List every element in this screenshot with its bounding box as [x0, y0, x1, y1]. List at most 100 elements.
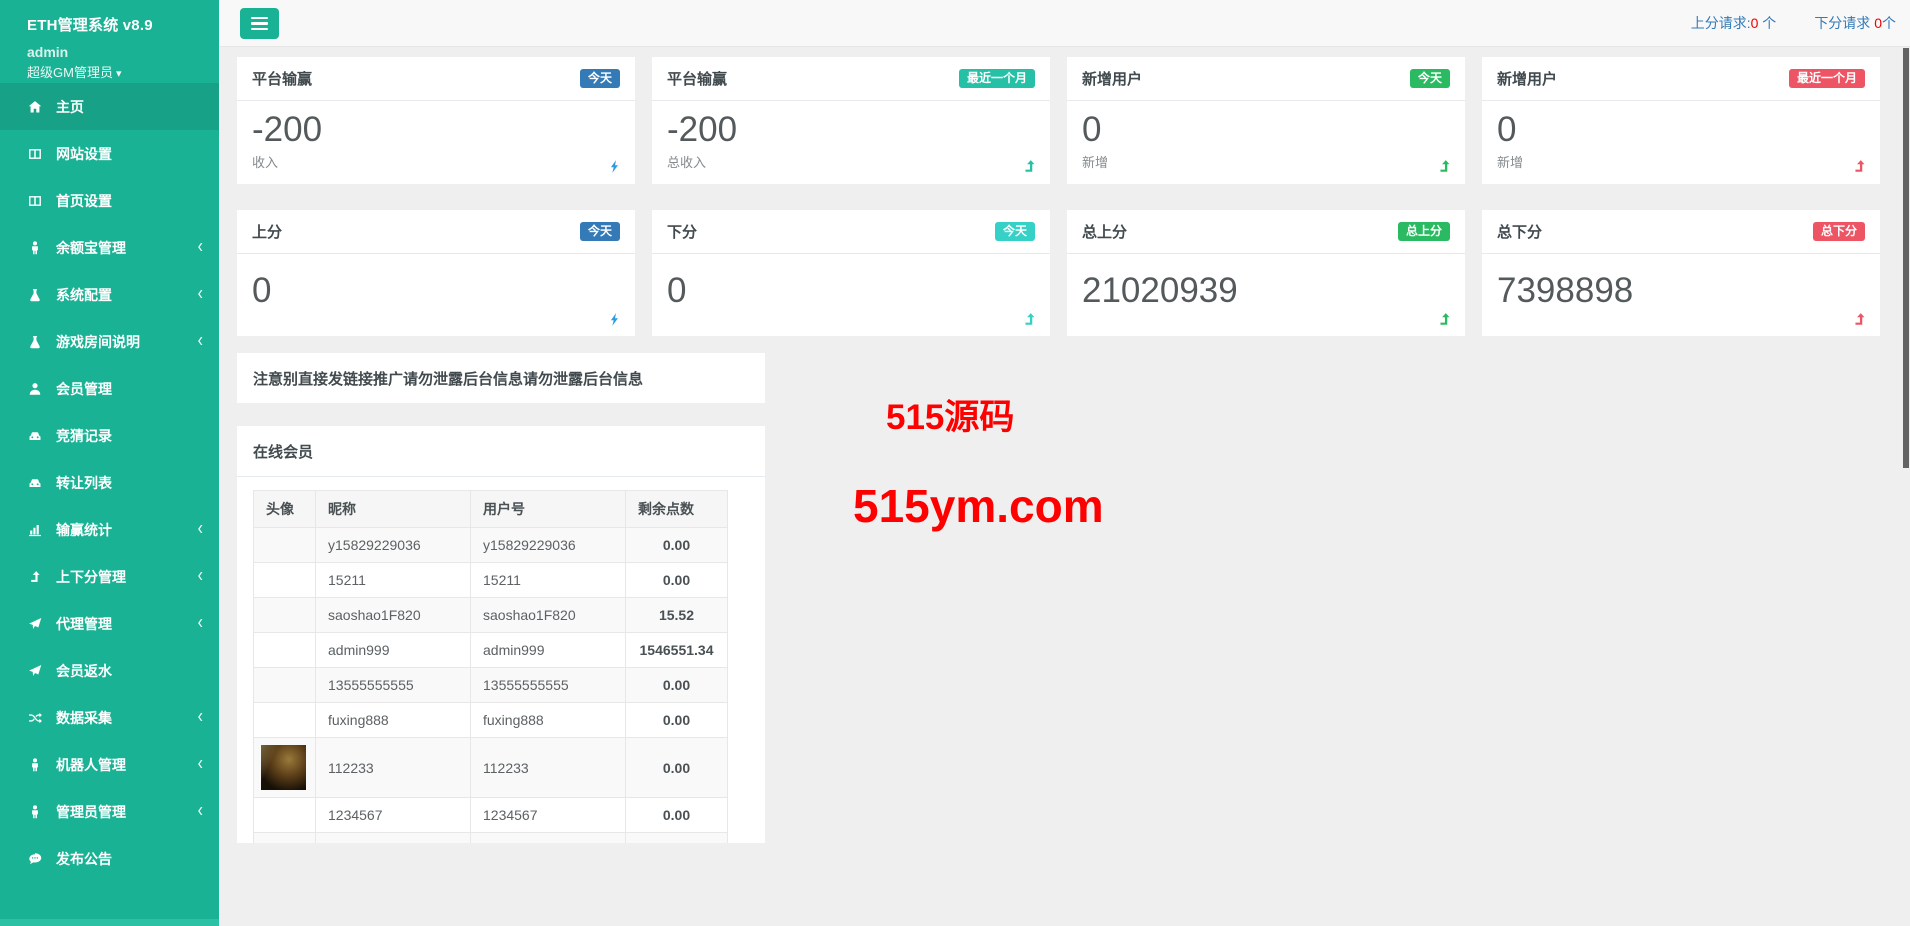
- sidebar-brand: ETH管理系统 v8.9 admin 超级GM管理员▾: [0, 0, 219, 83]
- status-badge: 总上分: [1398, 222, 1450, 241]
- send-icon: [27, 617, 43, 631]
- stat-card-up-points-today: 上分今天 0: [237, 210, 635, 336]
- stat-card-down-points-today: 下分今天 0: [652, 210, 1050, 336]
- app-frame: ETH管理系统 v8.9 admin 超级GM管理员▾ 主页 网站设置 首页设置…: [0, 0, 1910, 926]
- stat-card-new-users-today: 新增用户今天 0新增: [1067, 57, 1465, 184]
- male-icon: [27, 241, 43, 255]
- table-row: fuxing888fuxing8880.00: [254, 703, 728, 738]
- table-row: 123456712345670.00: [254, 798, 728, 833]
- role-dropdown[interactable]: 超级GM管理员▾: [27, 62, 192, 81]
- card-title: 总上分: [1082, 221, 1127, 242]
- columns-icon: [27, 194, 43, 208]
- card-title: 新增用户: [1082, 68, 1142, 89]
- down-request-count: 0: [1874, 15, 1882, 31]
- panel-title: 在线会员: [237, 426, 765, 477]
- status-badge: 今天: [1410, 69, 1450, 88]
- chevron-left-icon: ‹: [198, 283, 203, 306]
- sidebar-item-robots[interactable]: 机器人管理 ‹: [0, 741, 219, 788]
- sidebar-item-updown-points[interactable]: 上下分管理 ‹: [0, 553, 219, 600]
- stat-card-platform-winloss-month: 平台输赢最近一个月 -200总收入: [652, 57, 1050, 184]
- topbar: 上分请求:0 个 下分请求 0个: [219, 0, 1910, 47]
- avatar-image: [261, 745, 306, 790]
- user-icon: [27, 382, 43, 396]
- app-title: ETH管理系统 v8.9: [27, 14, 192, 35]
- col-header-nick: 昵称: [316, 491, 471, 528]
- sidebar-toggle-button[interactable]: [240, 8, 279, 39]
- male-icon: [27, 805, 43, 819]
- table-header-row: 头像 昵称 用户号 剩余点数: [254, 491, 728, 528]
- chevron-left-icon: ‹: [198, 612, 203, 635]
- status-badge: 最近一个月: [1789, 69, 1865, 88]
- sidebar-item-member-rebate[interactable]: 会员返水: [0, 647, 219, 694]
- chevron-left-icon: ‹: [198, 565, 203, 588]
- chevron-left-icon: ‹: [198, 330, 203, 353]
- col-header-account: 用户号: [471, 491, 626, 528]
- sidebar-item-bet-records[interactable]: 竞猜记录: [0, 412, 219, 459]
- card-sublabel: 收入: [252, 152, 620, 171]
- bolt-icon: [607, 312, 622, 327]
- table-row: 15211152110.00: [254, 563, 728, 598]
- car-icon: [27, 429, 43, 443]
- sidebar-item-members[interactable]: 会员管理: [0, 365, 219, 412]
- sidebar-item-winloss-stats[interactable]: 输赢统计 ‹: [0, 506, 219, 553]
- stat-card-platform-winloss-today: 平台输赢今天 -200收入: [237, 57, 635, 184]
- chevron-left-icon: ‹: [198, 518, 203, 541]
- notice-banner: 注意别直接发链接推广请勿泄露后台信息请勿泄露后台信息: [237, 353, 765, 403]
- card-value: 0: [1082, 109, 1450, 151]
- table-row: 1122331122330.00: [254, 738, 728, 798]
- card-value: 0: [1497, 109, 1865, 151]
- sidebar-item-admins[interactable]: 管理员管理 ‹: [0, 788, 219, 835]
- table-row: 13555555555135555555550.00: [254, 668, 728, 703]
- chevron-left-icon: ‹: [198, 753, 203, 776]
- card-value: 21020939: [1082, 270, 1450, 312]
- sidebar-item-system-config[interactable]: 系统配置 ‹: [0, 271, 219, 318]
- sidebar-item-transfer-list[interactable]: 转让列表: [0, 459, 219, 506]
- sidebar-item-site-settings[interactable]: 网站设置: [0, 130, 219, 177]
- send-icon: [27, 664, 43, 678]
- card-title: 平台输赢: [667, 68, 727, 89]
- card-title: 上分: [252, 221, 282, 242]
- watermark-line1: 515源码: [886, 389, 1014, 440]
- down-request-link[interactable]: 下分请求 0个: [1814, 13, 1896, 33]
- level-up-icon: [1022, 159, 1037, 174]
- card-sublabel: 新增: [1497, 152, 1865, 171]
- car-icon: [27, 476, 43, 490]
- sidebar-item-announcements[interactable]: 发布公告: [0, 835, 219, 882]
- table-row: [254, 833, 728, 844]
- bar-chart-icon: [27, 523, 43, 537]
- columns-icon: [27, 147, 43, 161]
- chevron-left-icon: ‹: [198, 706, 203, 729]
- stat-card-total-down-points: 总下分总下分 7398898: [1482, 210, 1880, 336]
- online-members-panel: 在线会员 头像 昵称 用户号 剩余点数 y15829229036y1582922…: [237, 426, 765, 843]
- level-up-icon: [1852, 312, 1867, 327]
- sidebar-item-data-collection[interactable]: 数据采集 ‹: [0, 694, 219, 741]
- col-header-points: 剩余点数: [626, 491, 728, 528]
- card-value: 0: [252, 270, 620, 312]
- stat-card-total-up-points: 总上分 总上分 21020939: [1067, 210, 1465, 336]
- card-value: 0: [667, 270, 1035, 312]
- level-up-icon: [1852, 159, 1867, 174]
- card-value: -200: [667, 109, 1035, 151]
- flask-icon: [27, 335, 43, 349]
- level-up-icon: [1437, 159, 1452, 174]
- col-header-avatar: 头像: [254, 491, 316, 528]
- male-icon: [27, 758, 43, 772]
- sidebar-menu: 主页 网站设置 首页设置 余额宝管理 ‹ 系统配置 ‹ 游: [0, 83, 219, 882]
- comment-icon: [27, 852, 43, 866]
- caret-down-icon: ▾: [116, 68, 122, 80]
- table-row: saoshao1F820saoshao1F82015.52: [254, 598, 728, 633]
- sidebar-item-yuebao[interactable]: 余额宝管理 ‹: [0, 224, 219, 271]
- status-badge: 最近一个月: [959, 69, 1035, 88]
- sidebar-item-home[interactable]: 主页: [0, 83, 219, 130]
- sidebar-item-game-room-info[interactable]: 游戏房间说明 ‹: [0, 318, 219, 365]
- chevron-left-icon: ‹: [198, 800, 203, 823]
- home-icon: [27, 100, 43, 114]
- sidebar-item-agents[interactable]: 代理管理 ‹: [0, 600, 219, 647]
- flask-icon: [27, 288, 43, 302]
- stat-card-new-users-month: 新增用户最近一个月 0新增: [1482, 57, 1880, 184]
- sidebar-item-homepage-settings[interactable]: 首页设置: [0, 177, 219, 224]
- vertical-scrollbar-thumb[interactable]: [1903, 48, 1909, 468]
- up-request-link[interactable]: 上分请求:0 个: [1691, 13, 1777, 33]
- online-members-table: 头像 昵称 用户号 剩余点数 y15829229036y158292290360…: [253, 490, 728, 843]
- status-badge: 今天: [580, 69, 620, 88]
